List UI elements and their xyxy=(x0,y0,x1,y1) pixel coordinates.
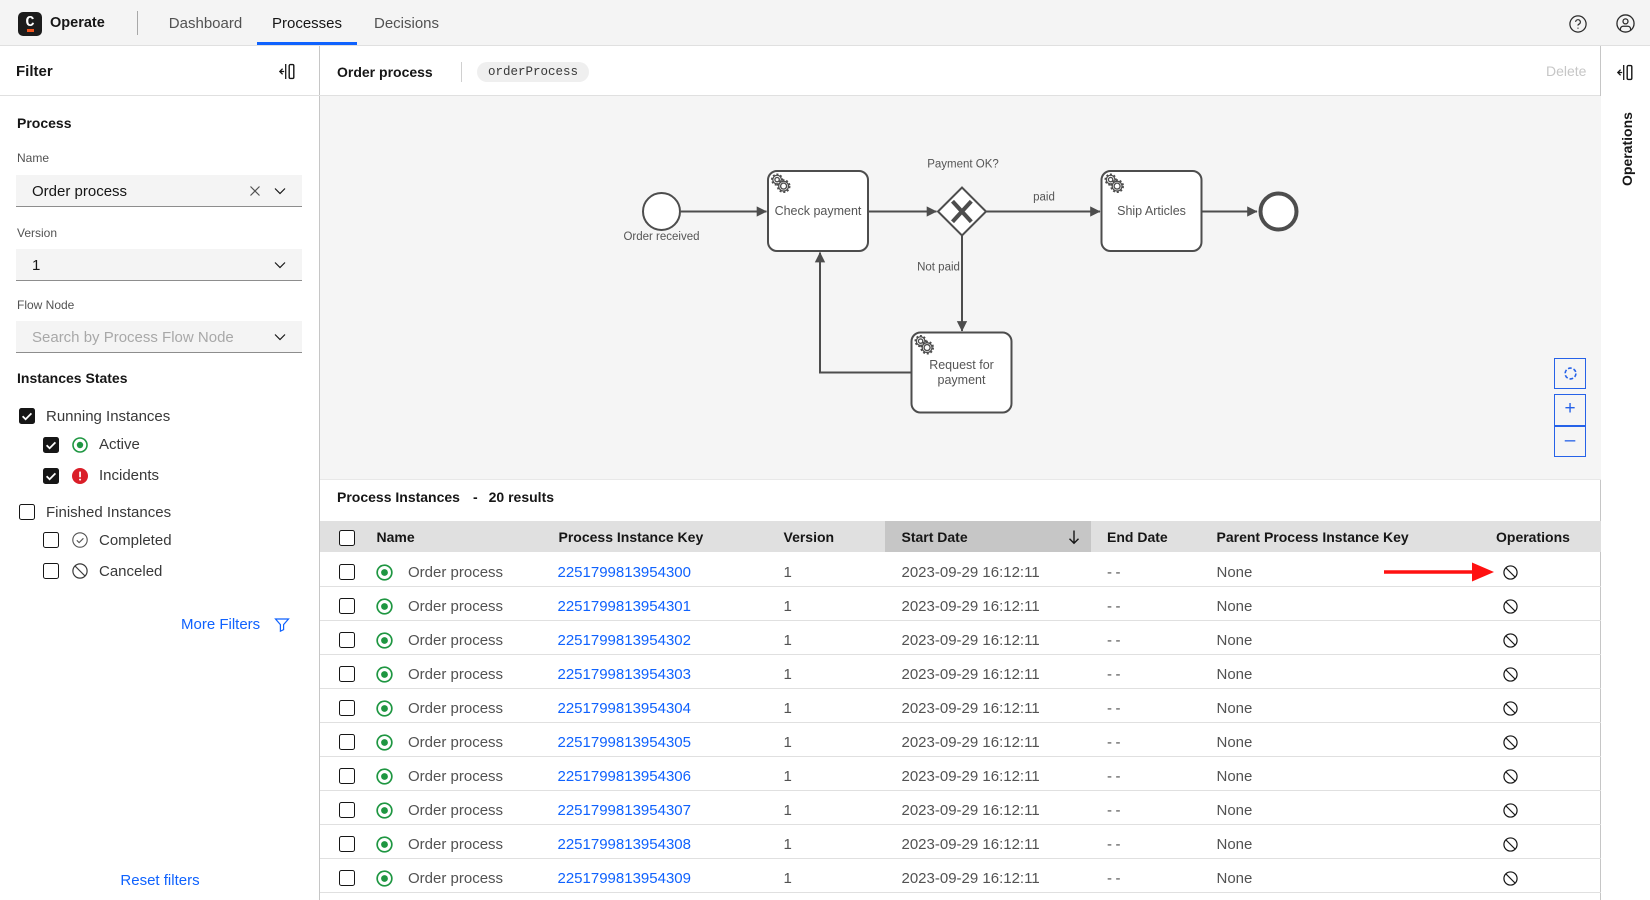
svg-text:Check payment: Check payment xyxy=(775,204,862,218)
svg-text:Request for: Request for xyxy=(929,358,994,372)
svg-text:Order received: Order received xyxy=(623,231,699,243)
svg-text:Payment OK?: Payment OK? xyxy=(927,159,999,171)
svg-text:paid: paid xyxy=(1033,192,1055,204)
svg-text:Ship Articles: Ship Articles xyxy=(1117,204,1186,218)
svg-text:payment: payment xyxy=(938,373,986,387)
svg-text:Not paid: Not paid xyxy=(917,262,960,274)
